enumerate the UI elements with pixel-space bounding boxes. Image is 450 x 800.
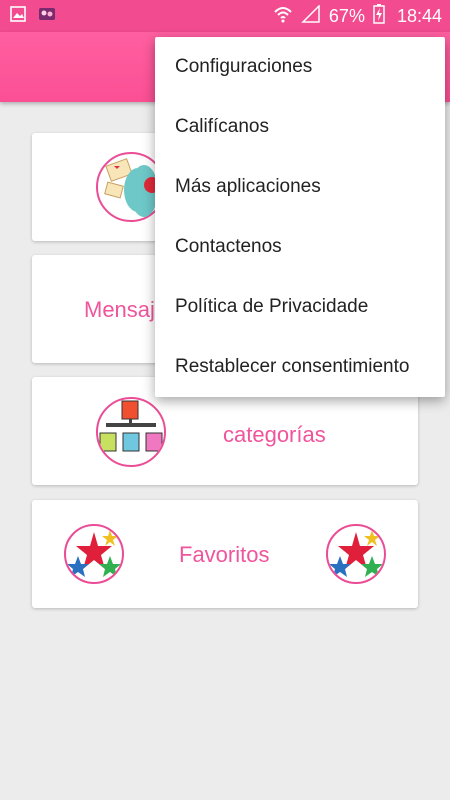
stars-left-icon <box>64 524 124 584</box>
menu-item-mas-aplicaciones[interactable]: Más aplicaciones <box>155 157 445 217</box>
menu-item-configuraciones[interactable]: Configuraciones <box>155 37 445 97</box>
battery-percent: 67% <box>328 5 365 26</box>
menu-item-politica-privacidade[interactable]: Política de Privacidade <box>155 277 445 337</box>
card-categorias-label: categorías <box>223 422 326 447</box>
signal-icon <box>301 3 321 28</box>
image-icon <box>10 6 26 27</box>
wifi-icon <box>273 5 293 28</box>
clock: 18:44 <box>396 5 442 26</box>
menu-item-calificanos[interactable]: Califícanos <box>155 97 445 157</box>
status-bar: 67% 18:44 <box>0 0 450 32</box>
app-notification-icon <box>38 6 56 27</box>
menu-item-restablecer-consentimiento[interactable]: Restablecer consentimiento <box>155 337 445 397</box>
card-mensajes-label: Mensaj <box>84 297 155 322</box>
categories-icon <box>96 397 166 467</box>
card-favoritos-label: Favoritos <box>179 542 270 567</box>
stars-right-icon <box>326 524 386 584</box>
card-favoritos[interactable]: Favoritos <box>32 500 418 608</box>
overflow-menu: Configuraciones Califícanos Más aplicaci… <box>155 37 445 397</box>
battery-charging-icon <box>373 3 385 29</box>
menu-item-contactenos[interactable]: Contactenos <box>155 217 445 277</box>
